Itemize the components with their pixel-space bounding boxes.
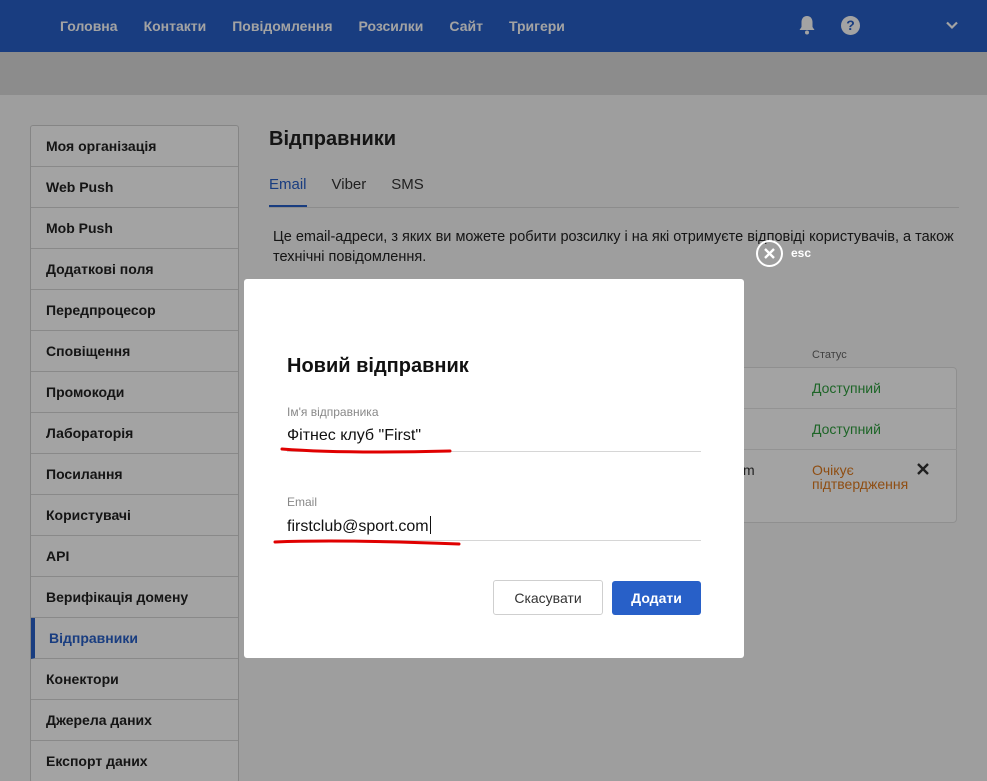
esc-label: esc bbox=[791, 245, 812, 260]
close-icon bbox=[756, 240, 783, 267]
cancel-button[interactable]: Скасувати bbox=[493, 580, 603, 615]
text-cursor bbox=[429, 516, 431, 534]
email-label: Email bbox=[287, 495, 318, 509]
email-field[interactable]: firstclub@sport.com bbox=[287, 516, 431, 536]
sender-name-label: Ім'я відправника bbox=[287, 405, 379, 419]
dialog-title: Новий відправник bbox=[287, 355, 469, 377]
annotation-underline bbox=[280, 447, 452, 454]
email-value: firstclub@sport.com bbox=[287, 518, 429, 535]
annotation-underline bbox=[273, 539, 461, 546]
add-button[interactable]: Додати bbox=[612, 581, 701, 615]
close-modal-button[interactable]: esc bbox=[756, 240, 811, 267]
new-sender-dialog: Новий відправник Ім'я відправника Фітнес… bbox=[244, 279, 744, 658]
sender-name-input[interactable]: Фітнес клуб "First" bbox=[287, 427, 421, 445]
